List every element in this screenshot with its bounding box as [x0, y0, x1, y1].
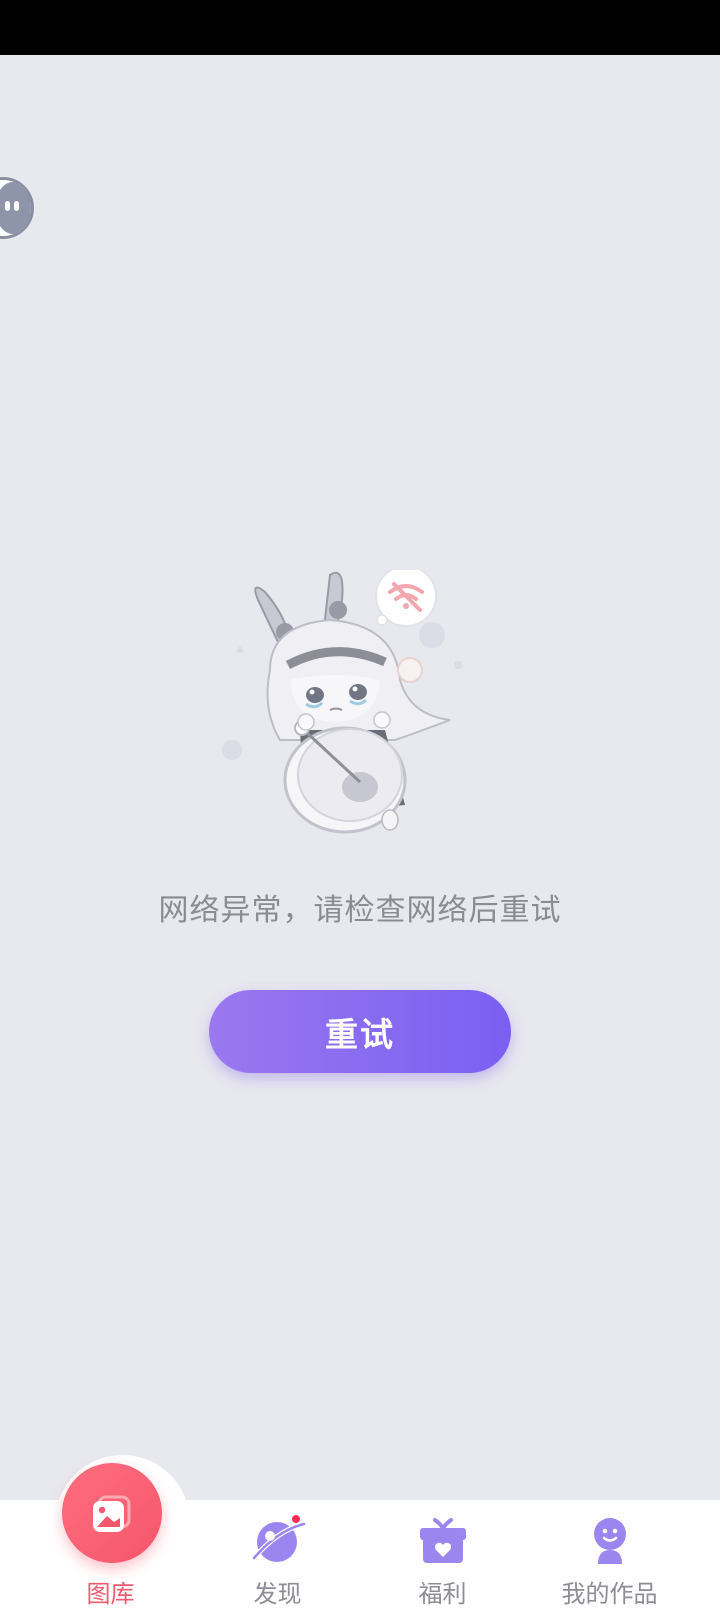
tab-gallery[interactable]: 图库 — [28, 1500, 193, 1612]
tab-discover-label: 发现 — [253, 1580, 302, 1608]
gift-icon — [413, 1510, 473, 1574]
retry-button[interactable]: 重试 — [209, 990, 511, 1073]
tab-discover[interactable]: 发现 — [195, 1500, 360, 1612]
tab-welfare[interactable]: 福利 — [360, 1500, 525, 1612]
tab-welfare-label: 福利 — [418, 1580, 467, 1608]
network-error-illustration — [210, 565, 490, 860]
status-bar — [0, 0, 720, 55]
tab-my-works-label: 我的作品 — [561, 1580, 658, 1608]
discover-badge — [290, 1513, 302, 1525]
assistant-face-icon — [0, 182, 31, 234]
tab-my-works[interactable]: 我的作品 — [527, 1500, 692, 1612]
profile-icon — [580, 1510, 640, 1574]
tab-gallery-label: 图库 — [86, 1580, 135, 1608]
network-error-message: 网络异常，请检查网络后重试 — [158, 893, 562, 928]
